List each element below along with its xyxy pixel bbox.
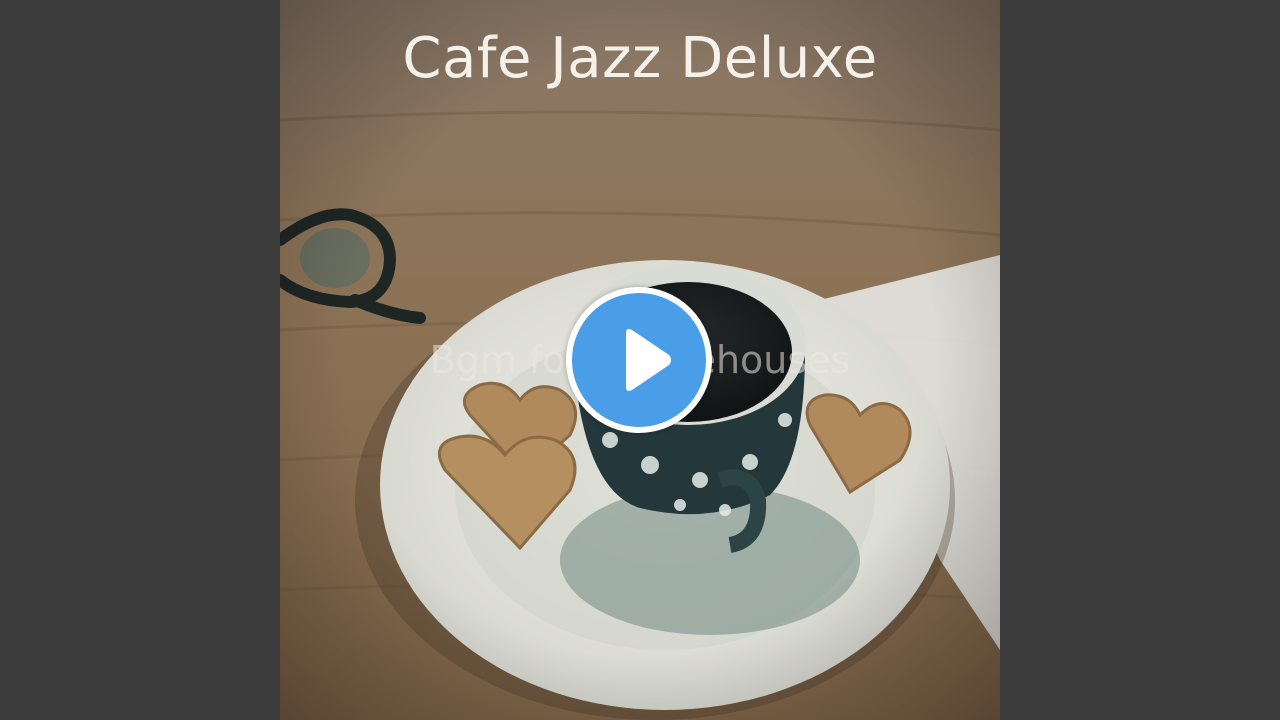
- play-icon: [626, 329, 671, 391]
- video-title: Cafe Jazz Deluxe: [402, 26, 878, 91]
- letterbox-left: [0, 0, 280, 720]
- letterbox-right: [1000, 0, 1280, 720]
- play-button[interactable]: [566, 287, 712, 433]
